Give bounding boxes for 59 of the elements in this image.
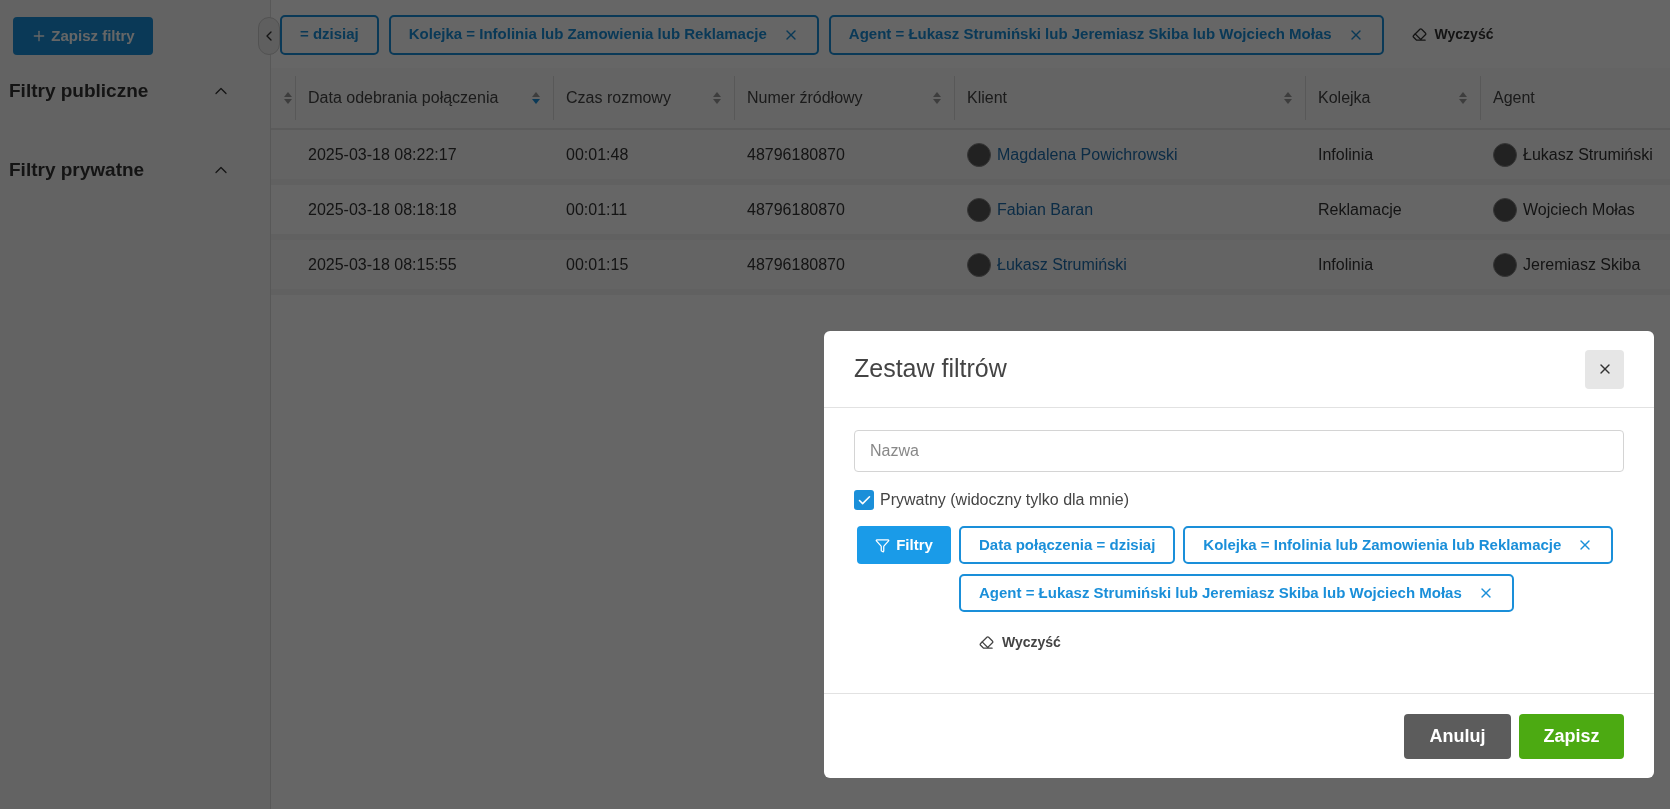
section-title: Filtry prywatne	[9, 157, 145, 182]
sort-icon[interactable]	[531, 91, 541, 105]
client-link[interactable]: Łukasz Strumiński	[997, 252, 1127, 277]
filter-chip[interactable]: = dzisiaj	[280, 14, 379, 55]
name-input[interactable]: Nazwa	[854, 430, 1624, 472]
column-header: Klient	[967, 88, 1008, 108]
filter-chip[interactable]: Kolejka = Infolinia lub Zamowienia lub Reklamacje	[388, 14, 819, 55]
section-title: Filtry publiczne	[9, 79, 149, 103]
table-cell: 00:01:48	[566, 145, 629, 163]
table-cell: 48796180870	[747, 255, 845, 273]
column-header: Data odebrania połączenia	[308, 88, 499, 108]
avatar	[967, 252, 991, 277]
save-filters-button[interactable]: Zapisz filtry	[13, 17, 153, 55]
eraser-icon	[979, 635, 994, 650]
filter-chip[interactable]: Agent = Łukasz Strumiński lub Jeremiasz Skiba lub Wojciech Mołas	[959, 574, 1514, 612]
column-header: Numer źródłowy	[747, 88, 863, 108]
clear-button[interactable]: Wyczyść	[979, 632, 1061, 653]
column-header: Agent	[1493, 88, 1535, 108]
client-link[interactable]: Magdalena Powichrowski	[997, 142, 1178, 167]
sort-icon[interactable]	[1458, 91, 1468, 105]
clear-button[interactable]: Wyczyść	[1411, 24, 1494, 45]
client-link[interactable]: Fabian Baran	[997, 197, 1094, 222]
table-cell: 48796180870	[747, 200, 845, 218]
filter-chip[interactable]: Agent = Łukasz Strumiński lub Jeremiasz Skiba lub Wojciech Mołas	[828, 14, 1384, 55]
table-cell: 2025-03-18 08:22:17	[308, 145, 457, 163]
cancel-button[interactable]: Anuluj	[1404, 713, 1511, 759]
sort-icon[interactable]	[283, 91, 293, 105]
table-cell: 00:01:11	[566, 200, 628, 218]
checkbox[interactable]	[854, 490, 874, 510]
filter-icon	[875, 537, 891, 553]
table-cell: 48796180870	[747, 145, 845, 163]
avatar	[1493, 252, 1517, 277]
column-header: Czas rozmowy	[566, 88, 671, 108]
table-cell: 2025-03-18 08:15:55	[308, 255, 457, 273]
collapse-button[interactable]	[258, 17, 280, 55]
avatar	[1493, 142, 1517, 167]
table-cell-text: Wojciech Mołas	[1523, 199, 1635, 220]
dialog-title: Zestaw filtrów	[854, 353, 1007, 385]
filter-chip[interactable]: Data połączenia = dzisiaj	[959, 526, 1176, 564]
table-cell: Reklamacje	[1318, 200, 1402, 218]
table-cell-text: Jeremiasz Skiba	[1523, 254, 1641, 275]
checkbox-label: Prywatny (widoczny tylko dla mnie)	[880, 490, 1129, 510]
close-button[interactable]	[1585, 349, 1624, 389]
filter-chip[interactable]: Kolejka = Infolinia lub Zamowienia lub Reklamacje	[1183, 526, 1614, 564]
save-button[interactable]: Zapisz	[1519, 713, 1624, 759]
table-cell: Infolinia	[1318, 255, 1374, 273]
eraser-icon	[1411, 27, 1427, 42]
avatar	[967, 142, 991, 167]
table-cell: Infolinia	[1318, 145, 1374, 163]
table-cell: 2025-03-18 08:18:18	[308, 200, 457, 218]
table-cell-text: Łukasz Strumiński	[1523, 144, 1653, 165]
sort-icon[interactable]	[712, 91, 722, 105]
avatar	[967, 197, 991, 222]
sort-icon[interactable]	[932, 91, 942, 105]
table-cell: 00:01:15	[566, 255, 629, 273]
avatar	[1493, 197, 1517, 222]
sort-icon[interactable]	[1283, 91, 1293, 105]
column-header: Kolejka	[1318, 88, 1371, 108]
filters-button[interactable]: Filtry	[857, 526, 951, 564]
